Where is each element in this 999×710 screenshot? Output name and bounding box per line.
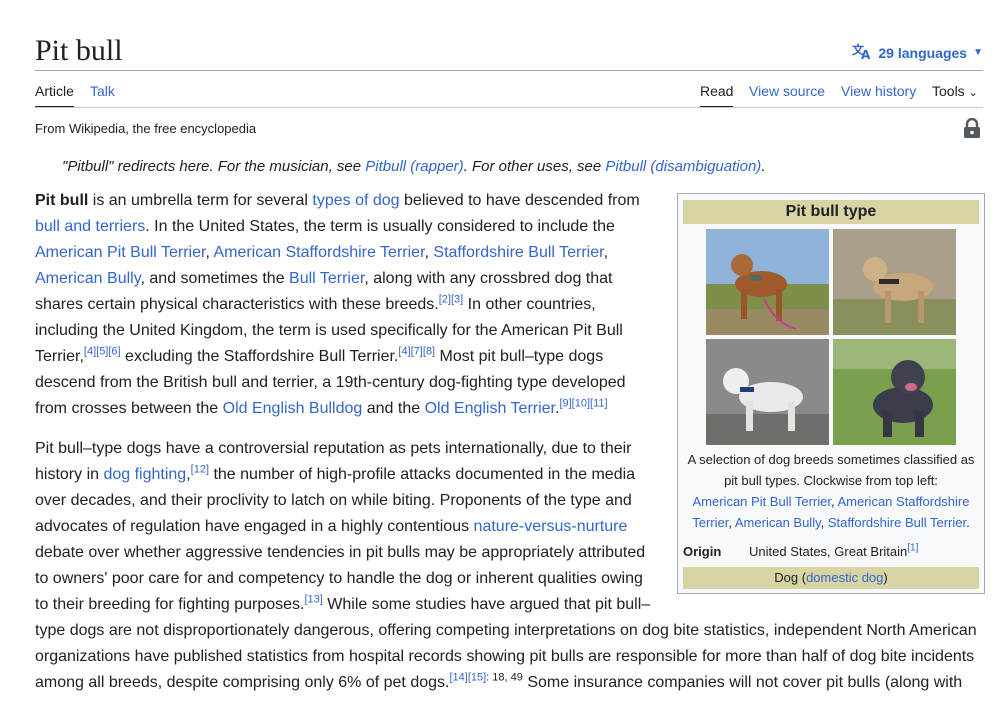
lock-icon[interactable] bbox=[963, 117, 981, 143]
photo-american-pit-bull-terrier[interactable] bbox=[706, 229, 829, 335]
ref-4-7-8[interactable]: [4][7][8] bbox=[398, 346, 435, 358]
footer-text: Dog ( bbox=[774, 570, 807, 585]
ref-origin[interactable]: [1] bbox=[907, 543, 918, 554]
site-subtitle: From Wikipedia, the free encyclopedia bbox=[35, 121, 257, 136]
ref-12[interactable]: [12] bbox=[191, 464, 209, 476]
lead-term: Pit bull bbox=[35, 192, 89, 209]
tab-view-source[interactable]: View source bbox=[749, 83, 825, 106]
ref-14-15[interactable]: [14][15] bbox=[449, 672, 486, 684]
infobox: Pit bull type A selection of dog breeds … bbox=[677, 193, 985, 594]
origin-value: United States, Great Britain[1] bbox=[749, 541, 918, 562]
link-apbt[interactable]: American Pit Bull Terrier bbox=[35, 244, 205, 261]
tab-read[interactable]: Read bbox=[700, 83, 734, 108]
infobox-footer: Dog (domestic dog) bbox=[683, 567, 979, 589]
caption-text: A selection of dog breeds sometimes clas… bbox=[687, 452, 975, 488]
tools-menu[interactable]: Tools ⌄ bbox=[932, 83, 978, 108]
link-amstaff[interactable]: American Staffordshire Terrier bbox=[213, 244, 424, 261]
link-caption-staffie[interactable]: Staffordshire Bull Terrier bbox=[828, 515, 966, 530]
ref-9-10-11[interactable]: [9][10][11] bbox=[559, 398, 607, 410]
link-nature-versus-nurture[interactable]: nature-versus-nurture bbox=[474, 518, 628, 535]
link-types-of-dog[interactable]: types of dog bbox=[312, 192, 399, 209]
languages-label: 29 languages bbox=[878, 44, 968, 61]
translate-icon: 文A bbox=[852, 42, 872, 63]
hatnote-text: "Pitbull" redirects here. For the musici… bbox=[62, 158, 366, 175]
chevron-down-icon: ▼ bbox=[973, 47, 983, 58]
tools-label: Tools bbox=[932, 83, 965, 99]
infobox-image-grid bbox=[683, 229, 979, 445]
link-american-bully[interactable]: American Bully bbox=[35, 270, 141, 287]
hatnote-text: . For other uses, see bbox=[463, 158, 606, 175]
hatnote-text: . bbox=[761, 158, 766, 175]
link-dog-fighting[interactable]: dog fighting bbox=[103, 466, 186, 483]
page-title: Pit bull bbox=[35, 34, 123, 67]
link-staffie[interactable]: Staffordshire Bull Terrier bbox=[433, 244, 603, 261]
svg-text:A: A bbox=[861, 48, 871, 60]
origin-label: Origin bbox=[683, 544, 722, 559]
article-body: Pit bull type A selection of dog breeds … bbox=[35, 188, 995, 710]
link-old-english-terrier[interactable]: Old English Terrier bbox=[425, 400, 555, 417]
title-divider bbox=[35, 70, 983, 71]
infobox-origin-row: Origin United States, Great Britain[1] bbox=[683, 541, 979, 562]
link-pitbull-rapper[interactable]: Pitbull (rapper) bbox=[365, 158, 463, 175]
origin-text: United States, Great Britain bbox=[749, 544, 908, 559]
link-old-english-bulldog[interactable]: Old English Bulldog bbox=[223, 400, 363, 417]
chevron-down-icon: ⌄ bbox=[968, 87, 978, 99]
hatnote: "Pitbull" redirects here. For the musici… bbox=[62, 158, 765, 175]
footer-text: ) bbox=[883, 570, 888, 585]
tab-talk[interactable]: Talk bbox=[90, 83, 115, 106]
infobox-title: Pit bull type bbox=[683, 200, 979, 224]
page-tabs: Article Talk Read View source View histo… bbox=[35, 75, 983, 108]
photo-american-staffordshire-terrier[interactable] bbox=[833, 229, 956, 335]
link-caption-apbt[interactable]: American Pit Bull Terrier bbox=[693, 494, 831, 509]
tab-view-history[interactable]: View history bbox=[841, 83, 916, 106]
infobox-caption: A selection of dog breeds sometimes clas… bbox=[687, 452, 975, 530]
ref-2-3[interactable]: [2][3] bbox=[439, 294, 463, 306]
link-domestic-dog[interactable]: domestic dog bbox=[806, 570, 883, 585]
link-bull-terrier[interactable]: Bull Terrier bbox=[289, 270, 364, 287]
link-bull-and-terriers[interactable]: bull and terriers bbox=[35, 218, 145, 235]
photo-staffordshire-bull-terrier[interactable] bbox=[706, 339, 829, 445]
ref-13[interactable]: [13] bbox=[305, 594, 323, 606]
ref-4-5-6[interactable]: [4][5][6] bbox=[84, 346, 121, 358]
ref-pages: : 18, 49 bbox=[486, 671, 523, 684]
link-caption-american-bully[interactable]: American Bully bbox=[735, 515, 821, 530]
tabs-divider bbox=[35, 107, 983, 108]
photo-american-bully[interactable] bbox=[833, 339, 956, 445]
tab-article[interactable]: Article bbox=[35, 83, 74, 108]
link-pitbull-disambiguation[interactable]: Pitbull (disambiguation) bbox=[605, 158, 761, 175]
languages-button[interactable]: 文A 29 languages ▼ bbox=[852, 42, 983, 63]
